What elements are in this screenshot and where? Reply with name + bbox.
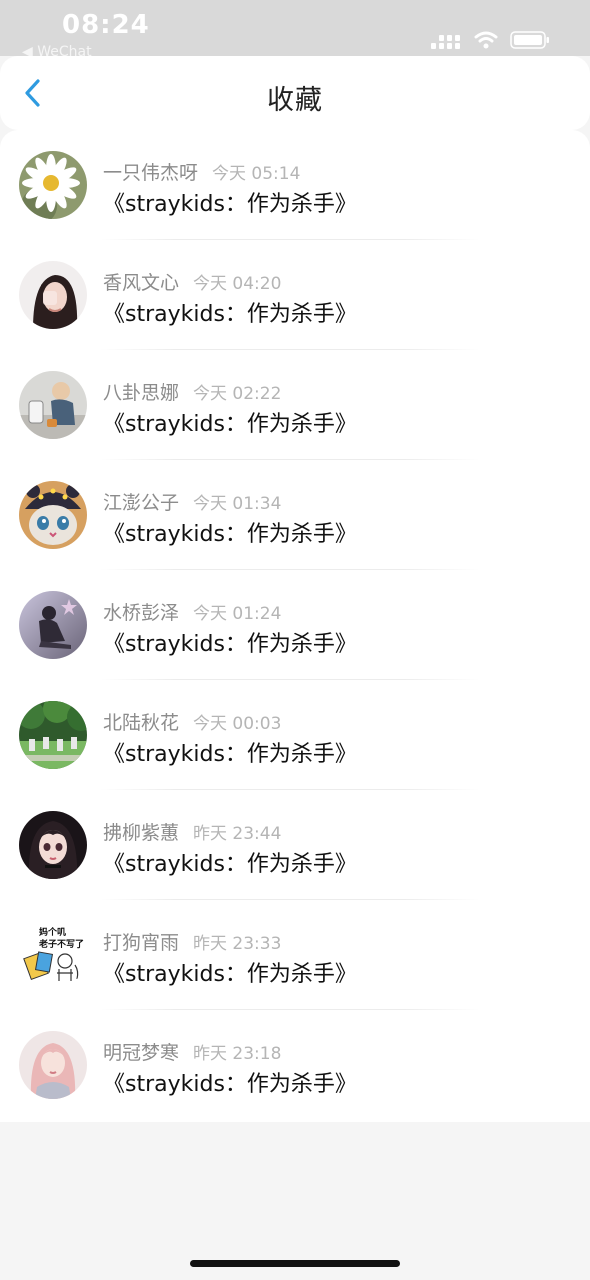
- item-name: 江澎公子 今天 01:34: [103, 492, 282, 514]
- avatar-sitting-figure[interactable]: [19, 591, 87, 659]
- meme-caption-line1: 妈个叽: [39, 926, 66, 938]
- list-item[interactable]: 拂柳紫蕙 昨天 23:44 《straykids：作为杀手》: [0, 790, 590, 900]
- status-bar: 08:24 ◀ WeChat: [0, 0, 590, 56]
- list-item[interactable]: 江澎公子 今天 01:34 《straykids：作为杀手》: [0, 460, 590, 570]
- avatar-girl-dark-hair[interactable]: [19, 261, 87, 329]
- cellular-signal-icon: [431, 35, 460, 49]
- item-name: 北陆秋花 今天 00:03: [103, 712, 282, 734]
- avatar-pink-hair-girl[interactable]: [19, 1031, 87, 1099]
- item-title[interactable]: 《straykids：作为杀手》: [103, 406, 357, 438]
- item-title[interactable]: 《straykids：作为杀手》: [103, 846, 357, 878]
- item-time: 今天 01:24: [193, 604, 282, 624]
- nav-header: 收藏: [0, 56, 590, 130]
- item-title[interactable]: 《straykids：作为杀手》: [103, 736, 357, 768]
- page-title: 收藏: [267, 85, 323, 116]
- favorites-list: 一只伟杰呀 今天 05:14 《straykids：作为杀手》 香风文心 今天 04…: [0, 130, 590, 1122]
- item-name: 香风文心 今天 04:20: [103, 272, 282, 294]
- item-time: 昨天 23:33: [193, 934, 282, 954]
- item-name: 水桥彭泽 今天 01:24: [103, 602, 282, 624]
- item-time: 昨天 23:44: [193, 824, 282, 844]
- avatar-daisy[interactable]: [19, 151, 87, 219]
- list-item[interactable]: 八卦思娜 今天 02:22 《straykids：作为杀手》: [0, 350, 590, 460]
- item-name: 一只伟杰呀 今天 05:14: [103, 162, 301, 184]
- avatar-garden[interactable]: [19, 701, 87, 769]
- avatar-anime-girl[interactable]: [19, 811, 87, 879]
- item-name: 拂柳紫蕙 昨天 23:44: [103, 822, 282, 844]
- avatar-cat-hat[interactable]: [19, 481, 87, 549]
- item-name: 八卦思娜 今天 02:22: [103, 382, 282, 404]
- list-item[interactable]: 一只伟杰呀 今天 05:14 《straykids：作为杀手》: [0, 130, 590, 240]
- avatar-child[interactable]: [19, 371, 87, 439]
- list-item[interactable]: 妈个叽 老子不写了 打狗宵雨 昨天 23:33 《straykids：作为杀手》: [0, 900, 590, 1010]
- item-title[interactable]: 《straykids：作为杀手》: [103, 296, 357, 328]
- list-item[interactable]: 北陆秋花 今天 00:03 《straykids：作为杀手》: [0, 680, 590, 790]
- item-time: 昨天 23:18: [193, 1044, 282, 1064]
- list-item[interactable]: 水桥彭泽 今天 01:24 《straykids：作为杀手》: [0, 570, 590, 680]
- back-to-app-link[interactable]: ◀ WeChat: [22, 44, 92, 56]
- home-indicator[interactable]: [190, 1260, 400, 1267]
- item-time: 今天 02:22: [193, 384, 282, 404]
- item-time: 今天 04:20: [193, 274, 282, 294]
- item-title[interactable]: 《straykids：作为杀手》: [103, 1066, 357, 1098]
- item-name: 明冠梦寒 昨天 23:18: [103, 1042, 282, 1064]
- wifi-icon: [474, 31, 498, 49]
- item-title[interactable]: 《straykids：作为杀手》: [103, 626, 357, 658]
- item-time: 今天 05:14: [212, 164, 301, 184]
- item-time: 今天 01:34: [193, 494, 282, 514]
- list-item[interactable]: 明冠梦寒 昨天 23:18 《straykids：作为杀手》: [0, 1010, 590, 1120]
- avatar-meme-sticker[interactable]: 妈个叽 老子不写了: [19, 921, 87, 989]
- item-title[interactable]: 《straykids：作为杀手》: [103, 956, 357, 988]
- list-item[interactable]: 香风文心 今天 04:20 《straykids：作为杀手》: [0, 240, 590, 350]
- status-time: 08:24: [62, 10, 150, 40]
- meme-caption-line2: 老子不写了: [38, 938, 84, 950]
- item-time: 今天 00:03: [193, 714, 282, 734]
- item-title[interactable]: 《straykids：作为杀手》: [103, 186, 357, 218]
- item-title[interactable]: 《straykids：作为杀手》: [103, 516, 357, 548]
- battery-icon: [510, 31, 549, 49]
- item-name: 打狗宵雨 昨天 23:33: [103, 932, 282, 954]
